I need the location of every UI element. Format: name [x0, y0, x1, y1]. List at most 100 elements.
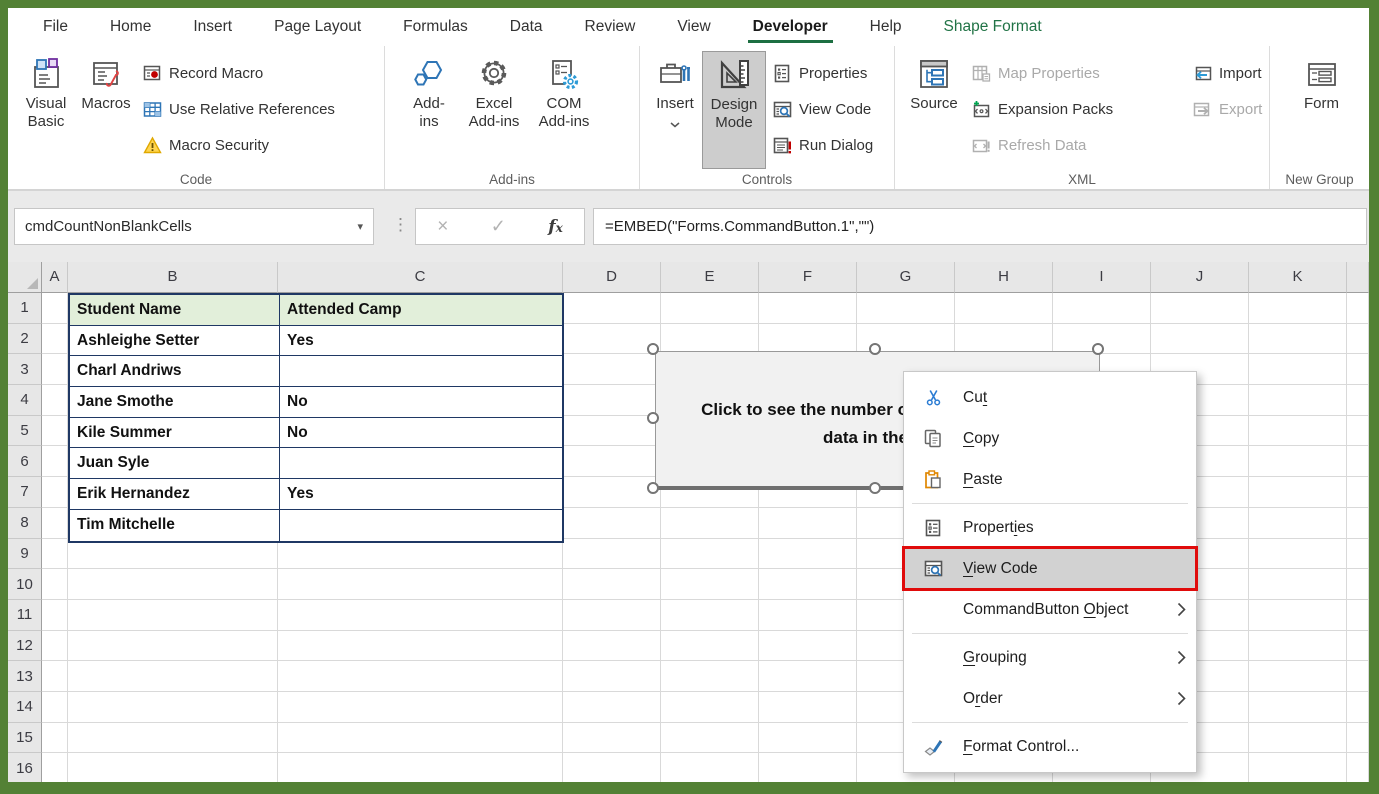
tab-file[interactable]: File: [22, 8, 89, 46]
add-ins-button[interactable]: Add-ins: [399, 51, 459, 169]
cell-E14[interactable]: [661, 692, 759, 723]
cell-A7[interactable]: [42, 477, 68, 508]
selection-handle-bottom-left[interactable]: [647, 482, 659, 494]
cell-B15[interactable]: [68, 723, 278, 754]
map-properties-button[interactable]: Map Properties: [971, 58, 1186, 88]
macros-button[interactable]: Macros: [76, 51, 136, 169]
selection-handle-top-left[interactable]: [647, 343, 659, 355]
cell-H1[interactable]: [955, 293, 1053, 324]
cell-E1[interactable]: [661, 293, 759, 324]
row-header-16[interactable]: 16: [8, 753, 42, 782]
cell-A14[interactable]: [42, 692, 68, 723]
cell-A4[interactable]: [42, 385, 68, 416]
cell-K6[interactable]: [1249, 446, 1347, 477]
tab-home[interactable]: Home: [89, 8, 172, 46]
cell-B12[interactable]: [68, 631, 278, 662]
cell-E2[interactable]: [661, 324, 759, 355]
cell-K7[interactable]: [1249, 477, 1347, 508]
table-cell[interactable]: Yes: [280, 326, 562, 357]
tab-help[interactable]: Help: [849, 8, 923, 46]
cell-D15[interactable]: [563, 723, 661, 754]
column-header-B[interactable]: B: [68, 262, 278, 293]
cell-D4[interactable]: [563, 385, 661, 416]
cell-partial-5[interactable]: [1347, 416, 1369, 447]
cell-C15[interactable]: [278, 723, 563, 754]
cell-F15[interactable]: [759, 723, 857, 754]
cell-partial-13[interactable]: [1347, 661, 1369, 692]
cell-D10[interactable]: [563, 569, 661, 600]
cell-D6[interactable]: [563, 446, 661, 477]
form-button[interactable]: Form: [1287, 51, 1357, 169]
cell-partial-1[interactable]: [1347, 293, 1369, 324]
run-dialog-button[interactable]: Run Dialog: [772, 130, 873, 160]
cell-partial-11[interactable]: [1347, 600, 1369, 631]
tab-formulas[interactable]: Formulas: [382, 8, 489, 46]
row-header-13[interactable]: 13: [8, 661, 42, 692]
tab-developer[interactable]: Developer: [732, 8, 849, 46]
cell-D3[interactable]: [563, 354, 661, 385]
cell-F8[interactable]: [759, 508, 857, 539]
menu-item-copy[interactable]: Copy: [904, 418, 1196, 459]
menu-item-commandbutton-object[interactable]: CommandButton Object: [904, 589, 1196, 630]
row-header-2[interactable]: 2: [8, 324, 42, 355]
tab-page-layout[interactable]: Page Layout: [253, 8, 382, 46]
selection-handle-top-center[interactable]: [869, 343, 881, 355]
cell-A11[interactable]: [42, 600, 68, 631]
cell-C14[interactable]: [278, 692, 563, 723]
macro-security-button[interactable]: Macro Security: [142, 130, 335, 160]
table-cell[interactable]: No: [280, 418, 562, 449]
table-cell[interactable]: [280, 448, 562, 479]
selection-handle-bottom-center[interactable]: [869, 482, 881, 494]
cell-F2[interactable]: [759, 324, 857, 355]
cell-A15[interactable]: [42, 723, 68, 754]
cell-partial-10[interactable]: [1347, 569, 1369, 600]
row-header-12[interactable]: 12: [8, 631, 42, 662]
cell-F12[interactable]: [759, 631, 857, 662]
select-all-corner[interactable]: [8, 262, 42, 293]
cell-E16[interactable]: [661, 753, 759, 782]
use-relative-references-button[interactable]: Use Relative References: [142, 94, 335, 124]
table-cell[interactable]: Charl Andriws: [70, 356, 280, 387]
tab-shape-format[interactable]: Shape Format: [923, 8, 1063, 46]
cell-C12[interactable]: [278, 631, 563, 662]
cell-K14[interactable]: [1249, 692, 1347, 723]
cell-I1[interactable]: [1053, 293, 1151, 324]
column-header-C[interactable]: C: [278, 262, 563, 293]
cell-partial-4[interactable]: [1347, 385, 1369, 416]
tab-view[interactable]: View: [656, 8, 731, 46]
properties-button[interactable]: Properties: [772, 58, 873, 88]
cell-A9[interactable]: [42, 539, 68, 570]
formula-input[interactable]: =EMBED("Forms.CommandButton.1",""): [593, 208, 1367, 245]
insert-control-button[interactable]: Insert: [648, 51, 702, 169]
table-cell[interactable]: Yes: [280, 479, 562, 510]
cell-B13[interactable]: [68, 661, 278, 692]
cell-A8[interactable]: [42, 508, 68, 539]
cell-K9[interactable]: [1249, 539, 1347, 570]
cell-partial-14[interactable]: [1347, 692, 1369, 723]
cell-K10[interactable]: [1249, 569, 1347, 600]
cell-F10[interactable]: [759, 569, 857, 600]
row-header-11[interactable]: 11: [8, 600, 42, 631]
row-header-14[interactable]: 14: [8, 692, 42, 723]
cell-J2[interactable]: [1151, 324, 1249, 355]
row-header-9[interactable]: 9: [8, 539, 42, 570]
import-button[interactable]: Import: [1192, 58, 1262, 88]
table-cell[interactable]: Erik Hernandez: [70, 479, 280, 510]
cell-D11[interactable]: [563, 600, 661, 631]
cell-D14[interactable]: [563, 692, 661, 723]
column-header-F[interactable]: F: [759, 262, 857, 293]
cell-E10[interactable]: [661, 569, 759, 600]
column-header-D[interactable]: D: [563, 262, 661, 293]
cell-C10[interactable]: [278, 569, 563, 600]
cell-C11[interactable]: [278, 600, 563, 631]
table-cell[interactable]: [280, 356, 562, 387]
cell-K3[interactable]: [1249, 354, 1347, 385]
table-cell[interactable]: Juan Syle: [70, 448, 280, 479]
cell-B10[interactable]: [68, 569, 278, 600]
cell-E12[interactable]: [661, 631, 759, 662]
cell-K12[interactable]: [1249, 631, 1347, 662]
cell-partial-16[interactable]: [1347, 753, 1369, 782]
cell-K13[interactable]: [1249, 661, 1347, 692]
cell-partial-3[interactable]: [1347, 354, 1369, 385]
menu-item-grouping[interactable]: Grouping: [904, 637, 1196, 678]
